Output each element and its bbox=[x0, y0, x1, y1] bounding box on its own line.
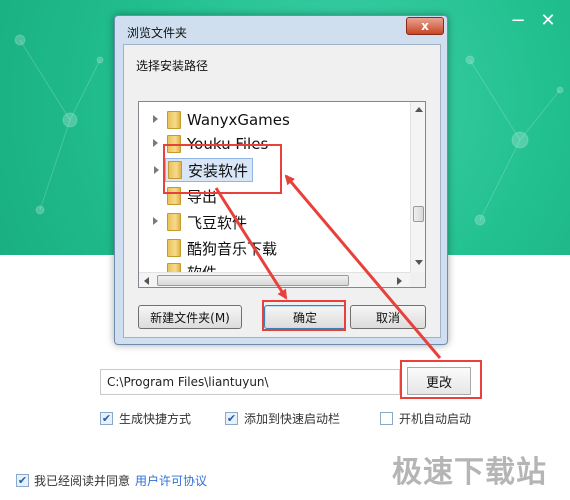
license-agreement[interactable]: ✔ 我已经阅读并同意 用户许可协议 bbox=[16, 472, 207, 488]
expand-arrow-icon[interactable] bbox=[153, 115, 158, 123]
dialog-body: 选择安装路径 WanyxGames Youku Files 安装软件 导出 飞豆… bbox=[123, 44, 441, 338]
tree-item[interactable]: Youku Files bbox=[153, 132, 269, 156]
tree-item-selected[interactable]: 安装软件 bbox=[154, 158, 254, 182]
option-quick-launch[interactable]: ✔ 添加到快速启动栏 bbox=[225, 410, 340, 426]
minimize-button[interactable]: − bbox=[505, 8, 531, 34]
option-create-shortcut[interactable]: ✔ 生成快捷方式 bbox=[100, 410, 191, 426]
option-label: 生成快捷方式 bbox=[119, 411, 192, 426]
checkbox-checked-icon[interactable]: ✔ bbox=[16, 473, 29, 487]
install-path-input[interactable] bbox=[100, 369, 400, 395]
folder-name: 导出 bbox=[187, 187, 218, 206]
tree-item[interactable]: 导出 bbox=[167, 184, 217, 208]
folder-tree[interactable]: WanyxGames Youku Files 安装软件 导出 飞豆软件 酷狗音乐… bbox=[138, 101, 426, 288]
tree-item[interactable]: 飞豆软件 bbox=[153, 210, 248, 234]
tree-item[interactable]: 酷狗音乐下载 bbox=[167, 236, 277, 260]
cancel-button[interactable]: 取消 bbox=[350, 305, 426, 329]
browse-folder-dialog: 浏览文件夹 x 选择安装路径 WanyxGames Youku Files 安装… bbox=[114, 15, 448, 345]
option-label: 开机自动启动 bbox=[399, 411, 472, 426]
new-folder-button[interactable]: 新建文件夹(M) bbox=[138, 305, 242, 329]
license-link[interactable]: 用户许可协议 bbox=[135, 472, 207, 489]
checkbox-unchecked-icon[interactable] bbox=[380, 411, 393, 425]
folder-name: WanyxGames bbox=[187, 111, 290, 129]
folder-icon bbox=[167, 111, 181, 129]
folder-name: 酷狗音乐下载 bbox=[187, 239, 278, 258]
tree-item[interactable]: WanyxGames bbox=[153, 108, 290, 132]
ok-button[interactable]: 确定 bbox=[264, 305, 346, 329]
dialog-title: 浏览文件夹 bbox=[127, 26, 188, 40]
horizontal-scrollbar[interactable] bbox=[139, 272, 410, 287]
folder-name: 飞豆软件 bbox=[187, 213, 248, 232]
close-icon[interactable]: ✕ bbox=[535, 8, 561, 34]
scroll-corner bbox=[410, 272, 425, 287]
dialog-prompt: 选择安装路径 bbox=[136, 59, 209, 73]
dialog-close-button[interactable]: x bbox=[406, 17, 444, 35]
site-watermark: 极速下载站 bbox=[392, 455, 547, 490]
change-path-button[interactable]: 更改 bbox=[407, 367, 471, 395]
expand-arrow-icon[interactable] bbox=[154, 166, 159, 174]
option-auto-start[interactable]: 开机自动启动 bbox=[380, 410, 471, 426]
expand-arrow-icon[interactable] bbox=[153, 217, 158, 225]
folder-name: 安装软件 bbox=[188, 161, 249, 180]
scroll-down-icon[interactable] bbox=[415, 260, 423, 265]
vertical-scrollbar[interactable] bbox=[410, 102, 425, 272]
scroll-left-icon[interactable] bbox=[144, 277, 149, 285]
folder-icon bbox=[168, 161, 182, 179]
folder-name: Youku Files bbox=[187, 135, 269, 153]
folder-icon bbox=[167, 135, 181, 153]
folder-icon bbox=[167, 239, 181, 257]
expand-arrow-icon[interactable] bbox=[153, 139, 158, 147]
checkbox-checked-icon[interactable]: ✔ bbox=[100, 411, 113, 425]
folder-icon bbox=[167, 187, 181, 205]
scroll-right-icon[interactable] bbox=[397, 277, 402, 285]
scroll-thumb[interactable] bbox=[413, 206, 424, 222]
checkbox-checked-icon[interactable]: ✔ bbox=[225, 411, 238, 425]
scroll-up-icon[interactable] bbox=[415, 107, 423, 112]
option-label: 添加到快速启动栏 bbox=[244, 411, 341, 426]
folder-icon bbox=[167, 213, 181, 231]
scroll-thumb[interactable] bbox=[157, 275, 349, 286]
agree-text: 我已经阅读并同意 bbox=[34, 473, 131, 488]
